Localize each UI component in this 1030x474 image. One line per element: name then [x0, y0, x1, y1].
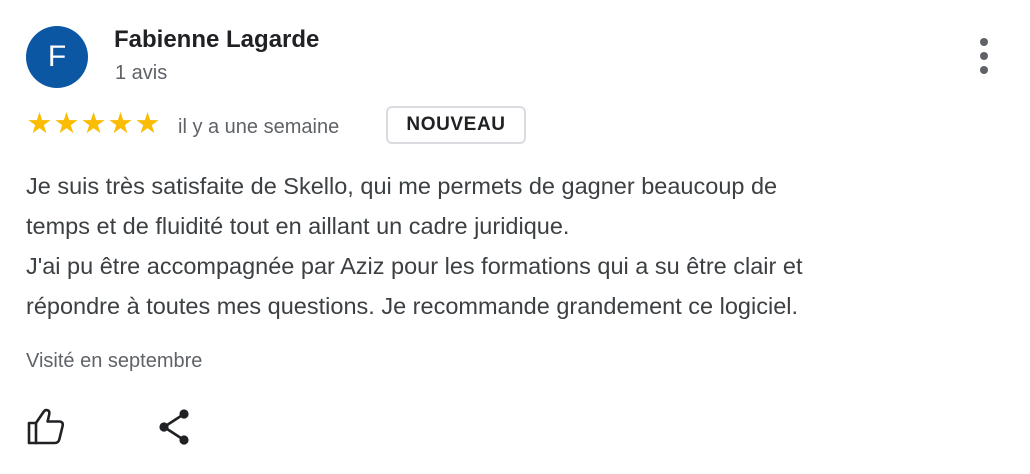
share-button[interactable]: [152, 404, 196, 448]
more-vertical-icon-dot: [980, 52, 988, 60]
like-button[interactable]: [24, 404, 68, 448]
review-text-line: temps et de fluidité tout en aillant un …: [26, 213, 570, 239]
author-name[interactable]: Fabienne Lagarde: [114, 26, 319, 54]
review-text-line: Je suis très satisfaite de Skello, qui m…: [26, 173, 778, 199]
share-icon: [159, 409, 189, 445]
star-icon: ★: [134, 108, 161, 140]
star-icon: ★: [80, 108, 107, 140]
avatar-initial: F: [47, 40, 67, 73]
review-text: Je suis très satisfaite de Skello, qui m…: [26, 166, 1016, 326]
more-vertical-icon-dot: [980, 66, 988, 74]
more-vertical-icon: [980, 38, 988, 46]
star-icon: ★: [53, 108, 80, 140]
thumb-up-icon: [27, 408, 65, 445]
star-rating: ★ ★ ★ ★ ★: [26, 108, 161, 143]
new-badge: NOUVEAU: [386, 106, 526, 144]
star-icon: ★: [26, 108, 53, 140]
visit-date: Visité en septembre: [26, 350, 203, 372]
review-date: il y a une semaine: [178, 116, 340, 138]
avatar[interactable]: F: [26, 26, 88, 88]
review-text-line: J'ai pu être accompagnée par Aziz pour l…: [26, 253, 803, 279]
review-text-line: répondre à toutes mes questions. Je reco…: [26, 293, 799, 319]
more-options-button[interactable]: [970, 38, 1000, 78]
review-count: 1 avis: [115, 62, 168, 84]
star-icon: ★: [107, 108, 134, 140]
